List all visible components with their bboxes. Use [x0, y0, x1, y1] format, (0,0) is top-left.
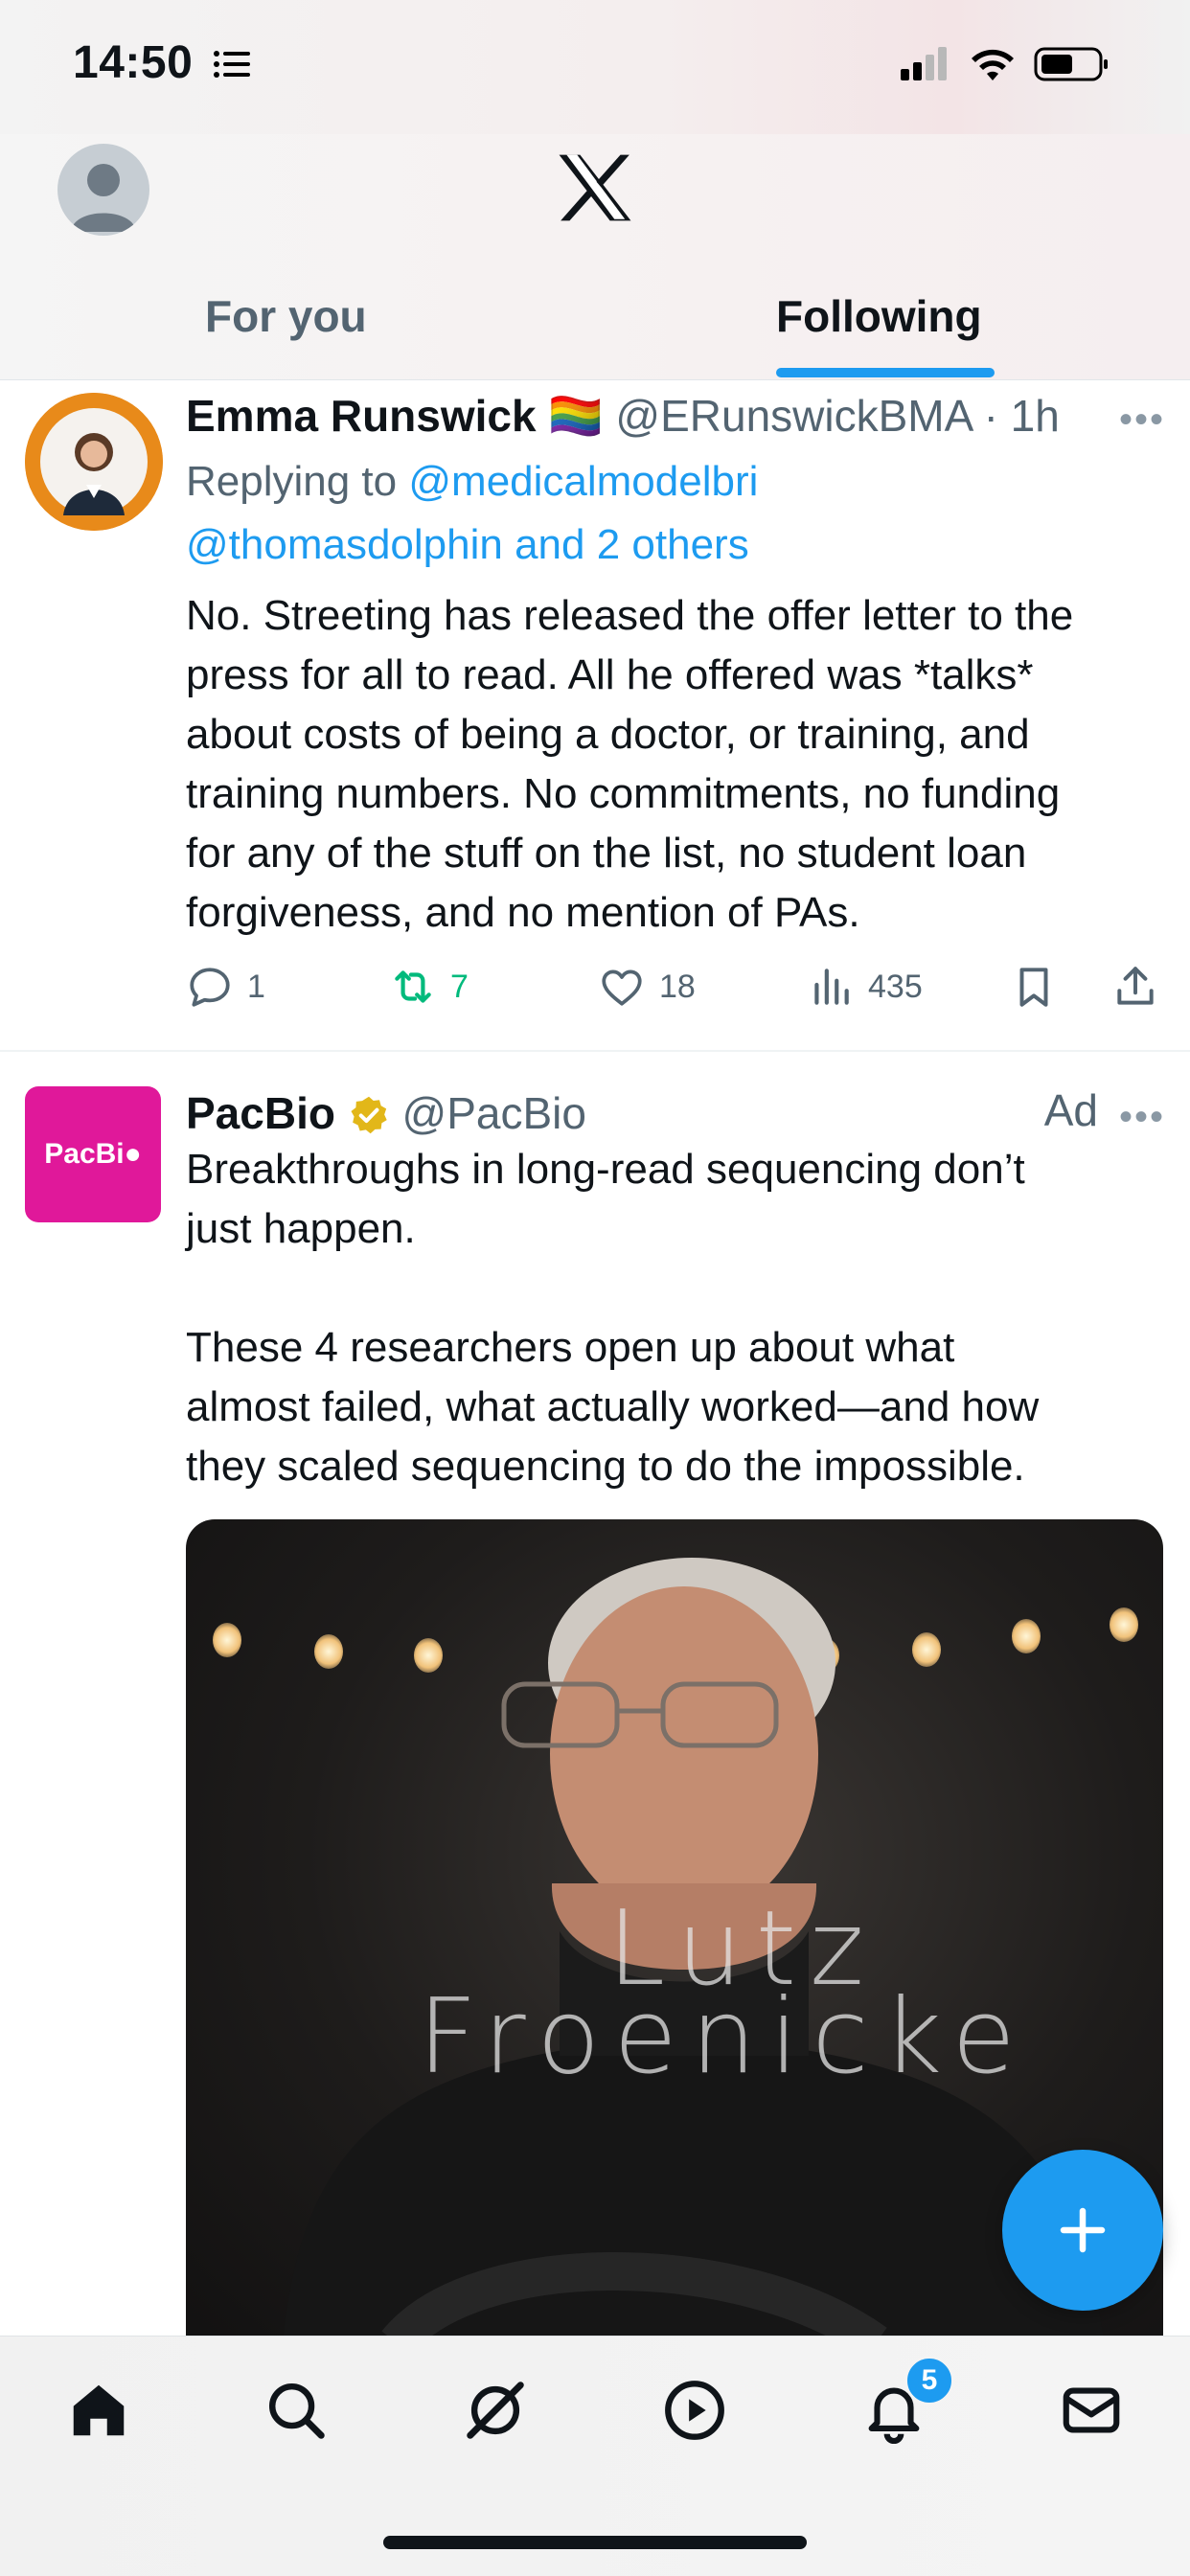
tweet-text-line: press for all to read. All he offered wa…: [186, 651, 1034, 698]
compose-post-button[interactable]: [1002, 2150, 1163, 2311]
verified-badge-icon: [351, 1096, 387, 1134]
tweet-text-line: These 4 researchers open up about what: [186, 1324, 955, 1371]
tweet-text-line: [186, 1259, 1173, 1318]
tweet-text-line: for any of the stuff on the list, no stu…: [186, 830, 1027, 877]
system-status-icons: [901, 47, 1108, 81]
more-options-icon[interactable]: •••: [1119, 1098, 1165, 1136]
heart-icon: [602, 969, 642, 1006]
replying-to-line: Replying to @medicalmodelbri: [186, 450, 758, 513]
plus-icon: [1060, 2207, 1106, 2253]
messages-envelope-icon[interactable]: [1058, 2377, 1125, 2444]
author-avatar[interactable]: [25, 393, 163, 531]
tweet-text: Breakthroughs in long-read sequencing do…: [186, 1140, 1173, 1496]
top-header: For you Following: [0, 134, 1190, 380]
author-avatar[interactable]: PacBi●: [25, 1086, 161, 1222]
author-handle[interactable]: @ERunswickBMA: [615, 391, 971, 441]
tweet-text-line: Breakthroughs in long-read sequencing do…: [186, 1146, 1025, 1193]
bottom-navigation: 5: [0, 2336, 1190, 2576]
like-button[interactable]: 18: [598, 956, 696, 1017]
status-time: 14:50: [73, 37, 194, 88]
share-button[interactable]: [1111, 956, 1173, 1017]
reply-count: 1: [247, 968, 265, 1005]
ad-label: Ad: [1043, 1085, 1098, 1135]
bookmark-icon: [1019, 968, 1048, 1007]
tweet-time: · 1h: [983, 391, 1060, 441]
bookmark-button[interactable]: [1010, 956, 1071, 1017]
tweet-text-line: they scaled sequencing to do the impossi…: [186, 1443, 1025, 1490]
reply-mention-link[interactable]: @thomasdolphin and 2 others: [186, 513, 749, 577]
retweet-icon: [395, 970, 431, 1003]
tweet-actions: 1 7 18 435: [186, 956, 1163, 1017]
reply-button[interactable]: 1: [186, 956, 265, 1017]
avatar-photo: [25, 393, 163, 531]
tweet-text-line: almost failed, what actually worked—and …: [186, 1383, 1040, 1430]
tab-following[interactable]: Following: [776, 287, 982, 345]
notification-count-badge: 5: [904, 2356, 954, 2405]
share-icon: [1117, 967, 1154, 1005]
rainbow-flag-emoji: 🏳️‍🌈: [548, 391, 604, 441]
views-button[interactable]: 435: [807, 956, 923, 1017]
retweet-button[interactable]: 7: [389, 956, 469, 1017]
tweet-text-line: No. Streeting has released the offer let…: [186, 592, 1074, 639]
grok-icon[interactable]: [462, 2377, 529, 2444]
views-chart-icon: [814, 969, 849, 1005]
author-name[interactable]: Emma Runswick: [186, 391, 537, 441]
replying-to-label: Replying to: [186, 458, 398, 505]
tweet-text-line: about costs of being a doctor, or traini…: [186, 711, 1030, 758]
video-play-icon[interactable]: [661, 2377, 728, 2444]
tweet-text-line: just happen.: [186, 1205, 416, 1252]
pacbio-logo-text: PacBi●: [44, 1138, 142, 1170]
search-icon[interactable]: [263, 2377, 330, 2444]
x-logo-icon[interactable]: [558, 153, 632, 222]
tweet-text: No. Streeting has released the offer let…: [186, 586, 1173, 943]
home-icon[interactable]: [65, 2377, 132, 2444]
tab-for-you[interactable]: For you: [205, 287, 367, 345]
reply-icon: [190, 968, 230, 1007]
more-options-icon[interactable]: •••: [1119, 400, 1165, 439]
status-bar: 14:50: [0, 0, 1190, 134]
reply-mention-link[interactable]: @medicalmodelbri: [408, 458, 758, 505]
author-row: Emma Runswick 🏳️‍🌈 @ERunswickBMA · 1h: [186, 385, 1161, 446]
cellular-signal-icon: [901, 47, 947, 80]
author-handle[interactable]: @PacBio: [402, 1088, 586, 1138]
wifi-icon: [972, 49, 1014, 80]
retweet-count: 7: [450, 968, 469, 1005]
video-overlay-name: Froenicke: [418, 1977, 1029, 2097]
tweet-text-line: forgiveness, and no mention of PAs.: [186, 889, 860, 936]
list-icon: [214, 51, 250, 78]
default-user-icon: [71, 164, 136, 232]
tweet-text-line: training numbers. No commitments, no fun…: [186, 770, 1061, 817]
author-row: PacBio @PacBio: [186, 1083, 1161, 1144]
battery-icon: [1034, 47, 1108, 81]
active-tab-indicator: [776, 368, 995, 377]
profile-avatar[interactable]: [57, 144, 149, 236]
home-indicator-bar: [383, 2536, 807, 2549]
tweet[interactable]: Emma Runswick 🏳️‍🌈 @ERunswickBMA · 1h ••…: [0, 381, 1190, 1052]
author-name[interactable]: PacBio: [186, 1088, 335, 1138]
like-count: 18: [659, 968, 696, 1005]
promoted-tweet[interactable]: PacBi● PacBio @PacBio Ad ••• Breakthroug…: [0, 1052, 1190, 2353]
view-count: 435: [868, 968, 923, 1005]
